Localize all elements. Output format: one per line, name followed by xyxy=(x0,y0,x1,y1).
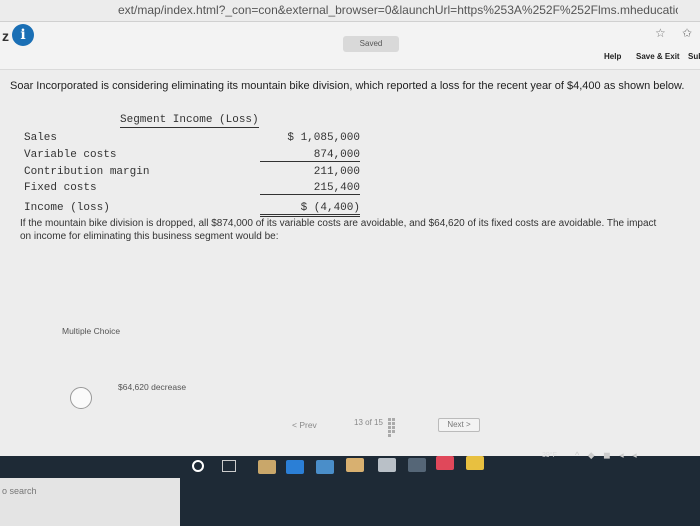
table-row-sales: Sales $ 1,085,000 xyxy=(24,132,360,148)
system-tray-icons[interactable]: ^ ◆ ◼ ◂ ◂ xyxy=(575,450,640,461)
table-row-fixed-costs: Fixed costs 215,400 xyxy=(24,182,360,198)
row-label: Income (loss) xyxy=(24,202,110,214)
row-label: Variable costs xyxy=(24,149,117,161)
row-label: Contribution margin xyxy=(24,166,150,178)
taskbar-search-text: o search xyxy=(2,486,37,496)
submit-button[interactable]: Sub xyxy=(688,52,700,61)
dropbox-app-icon[interactable] xyxy=(408,458,426,472)
bookmark-star-icon[interactable]: ☆ xyxy=(655,26,666,40)
next-button[interactable]: Next > xyxy=(438,418,480,432)
mail-app-icon[interactable] xyxy=(316,460,334,474)
amazon-app-icon[interactable] xyxy=(378,458,396,472)
row-value: 215,400 xyxy=(260,182,360,195)
multiple-choice-label: Multiple Choice xyxy=(62,326,121,336)
row-label: Fixed costs xyxy=(24,182,97,194)
row-value: $ (4,400) xyxy=(260,202,360,217)
url-text: ext/map/index.html?_con=con&external_bro… xyxy=(118,3,678,17)
prev-button[interactable]: < Prev xyxy=(292,420,317,430)
edge-browser-icon[interactable] xyxy=(286,460,304,474)
file-explorer-icon[interactable] xyxy=(258,460,276,474)
row-value: $ 1,085,000 xyxy=(287,132,360,144)
table-row-contribution-margin: Contribution margin 211,000 xyxy=(24,166,360,182)
header-fragment: z xyxy=(2,28,9,44)
weather-temperature: 39°F xyxy=(542,452,557,459)
saved-status-badge: Saved xyxy=(343,36,399,52)
assignment-header: z i Saved Help Save & Exit Sub xyxy=(0,22,700,70)
browser-address-bar[interactable]: ext/map/index.html?_con=con&external_bro… xyxy=(0,0,700,22)
app-icon[interactable] xyxy=(436,456,454,470)
row-value: 211,000 xyxy=(313,166,360,178)
os-taskbar: o search 39°F ^ ◆ ◼ ◂ ◂ xyxy=(0,450,700,526)
table-row-variable-costs: Variable costs 874,000 xyxy=(24,149,360,165)
next-label: Next xyxy=(447,420,464,429)
store-app-icon[interactable] xyxy=(346,458,364,472)
table-header: Segment Income (Loss) xyxy=(120,114,259,128)
info-icon[interactable]: i xyxy=(12,24,34,46)
help-link[interactable]: Help xyxy=(604,52,621,61)
choice-a-label[interactable]: $64,620 decrease xyxy=(118,382,186,392)
question-text: Soar Incorporated is considering elimina… xyxy=(10,80,685,92)
table-row-income-loss: Income (loss) $ (4,400) xyxy=(24,202,360,218)
page-indicator: 13 of 15 xyxy=(354,418,383,427)
choice-a-radio[interactable] xyxy=(70,387,92,409)
finance-app-icon[interactable] xyxy=(466,456,484,470)
followup-text: If the mountain bike division is dropped… xyxy=(20,218,657,242)
prev-label: Prev xyxy=(299,420,317,430)
row-value: 874,000 xyxy=(260,149,360,162)
save-exit-button[interactable]: Save & Exit xyxy=(636,52,680,61)
row-label: Sales xyxy=(24,132,58,144)
favorites-icon[interactable]: ✩ xyxy=(682,26,692,40)
cortana-icon[interactable] xyxy=(192,460,204,472)
task-view-icon[interactable] xyxy=(222,460,236,472)
question-grid-icon[interactable] xyxy=(388,418,399,437)
question-panel: Soar Incorporated is considering elimina… xyxy=(0,70,700,462)
